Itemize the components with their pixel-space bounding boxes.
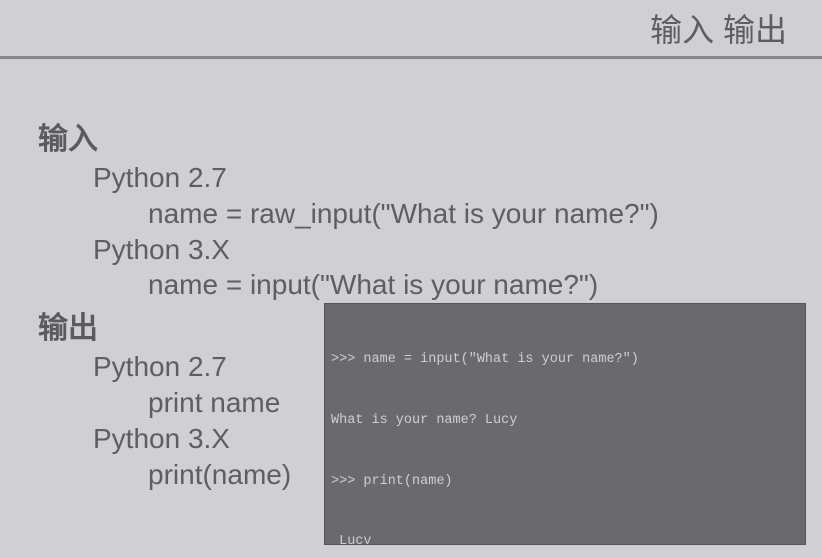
terminal-line: What is your name? Lucy [331, 411, 799, 431]
terminal-line: >>> print(name) [331, 472, 799, 492]
input-py3x-label: Python 3.X [93, 232, 822, 268]
input-section-label: 输入 [38, 114, 822, 158]
input-py27-code: name = raw_input("What is your name?") [148, 196, 822, 232]
terminal-line: Lucy [331, 532, 799, 545]
slide-title: 输入 输出 [650, 5, 787, 51]
slide-header: 输入 输出 [0, 0, 822, 56]
terminal-line: >>> name = input("What is your name?") [331, 350, 799, 370]
input-py3x-code: name = input("What is your name?") [148, 267, 822, 303]
terminal-window: >>> name = input("What is your name?") W… [324, 303, 806, 545]
input-py27-label: Python 2.7 [93, 160, 822, 196]
